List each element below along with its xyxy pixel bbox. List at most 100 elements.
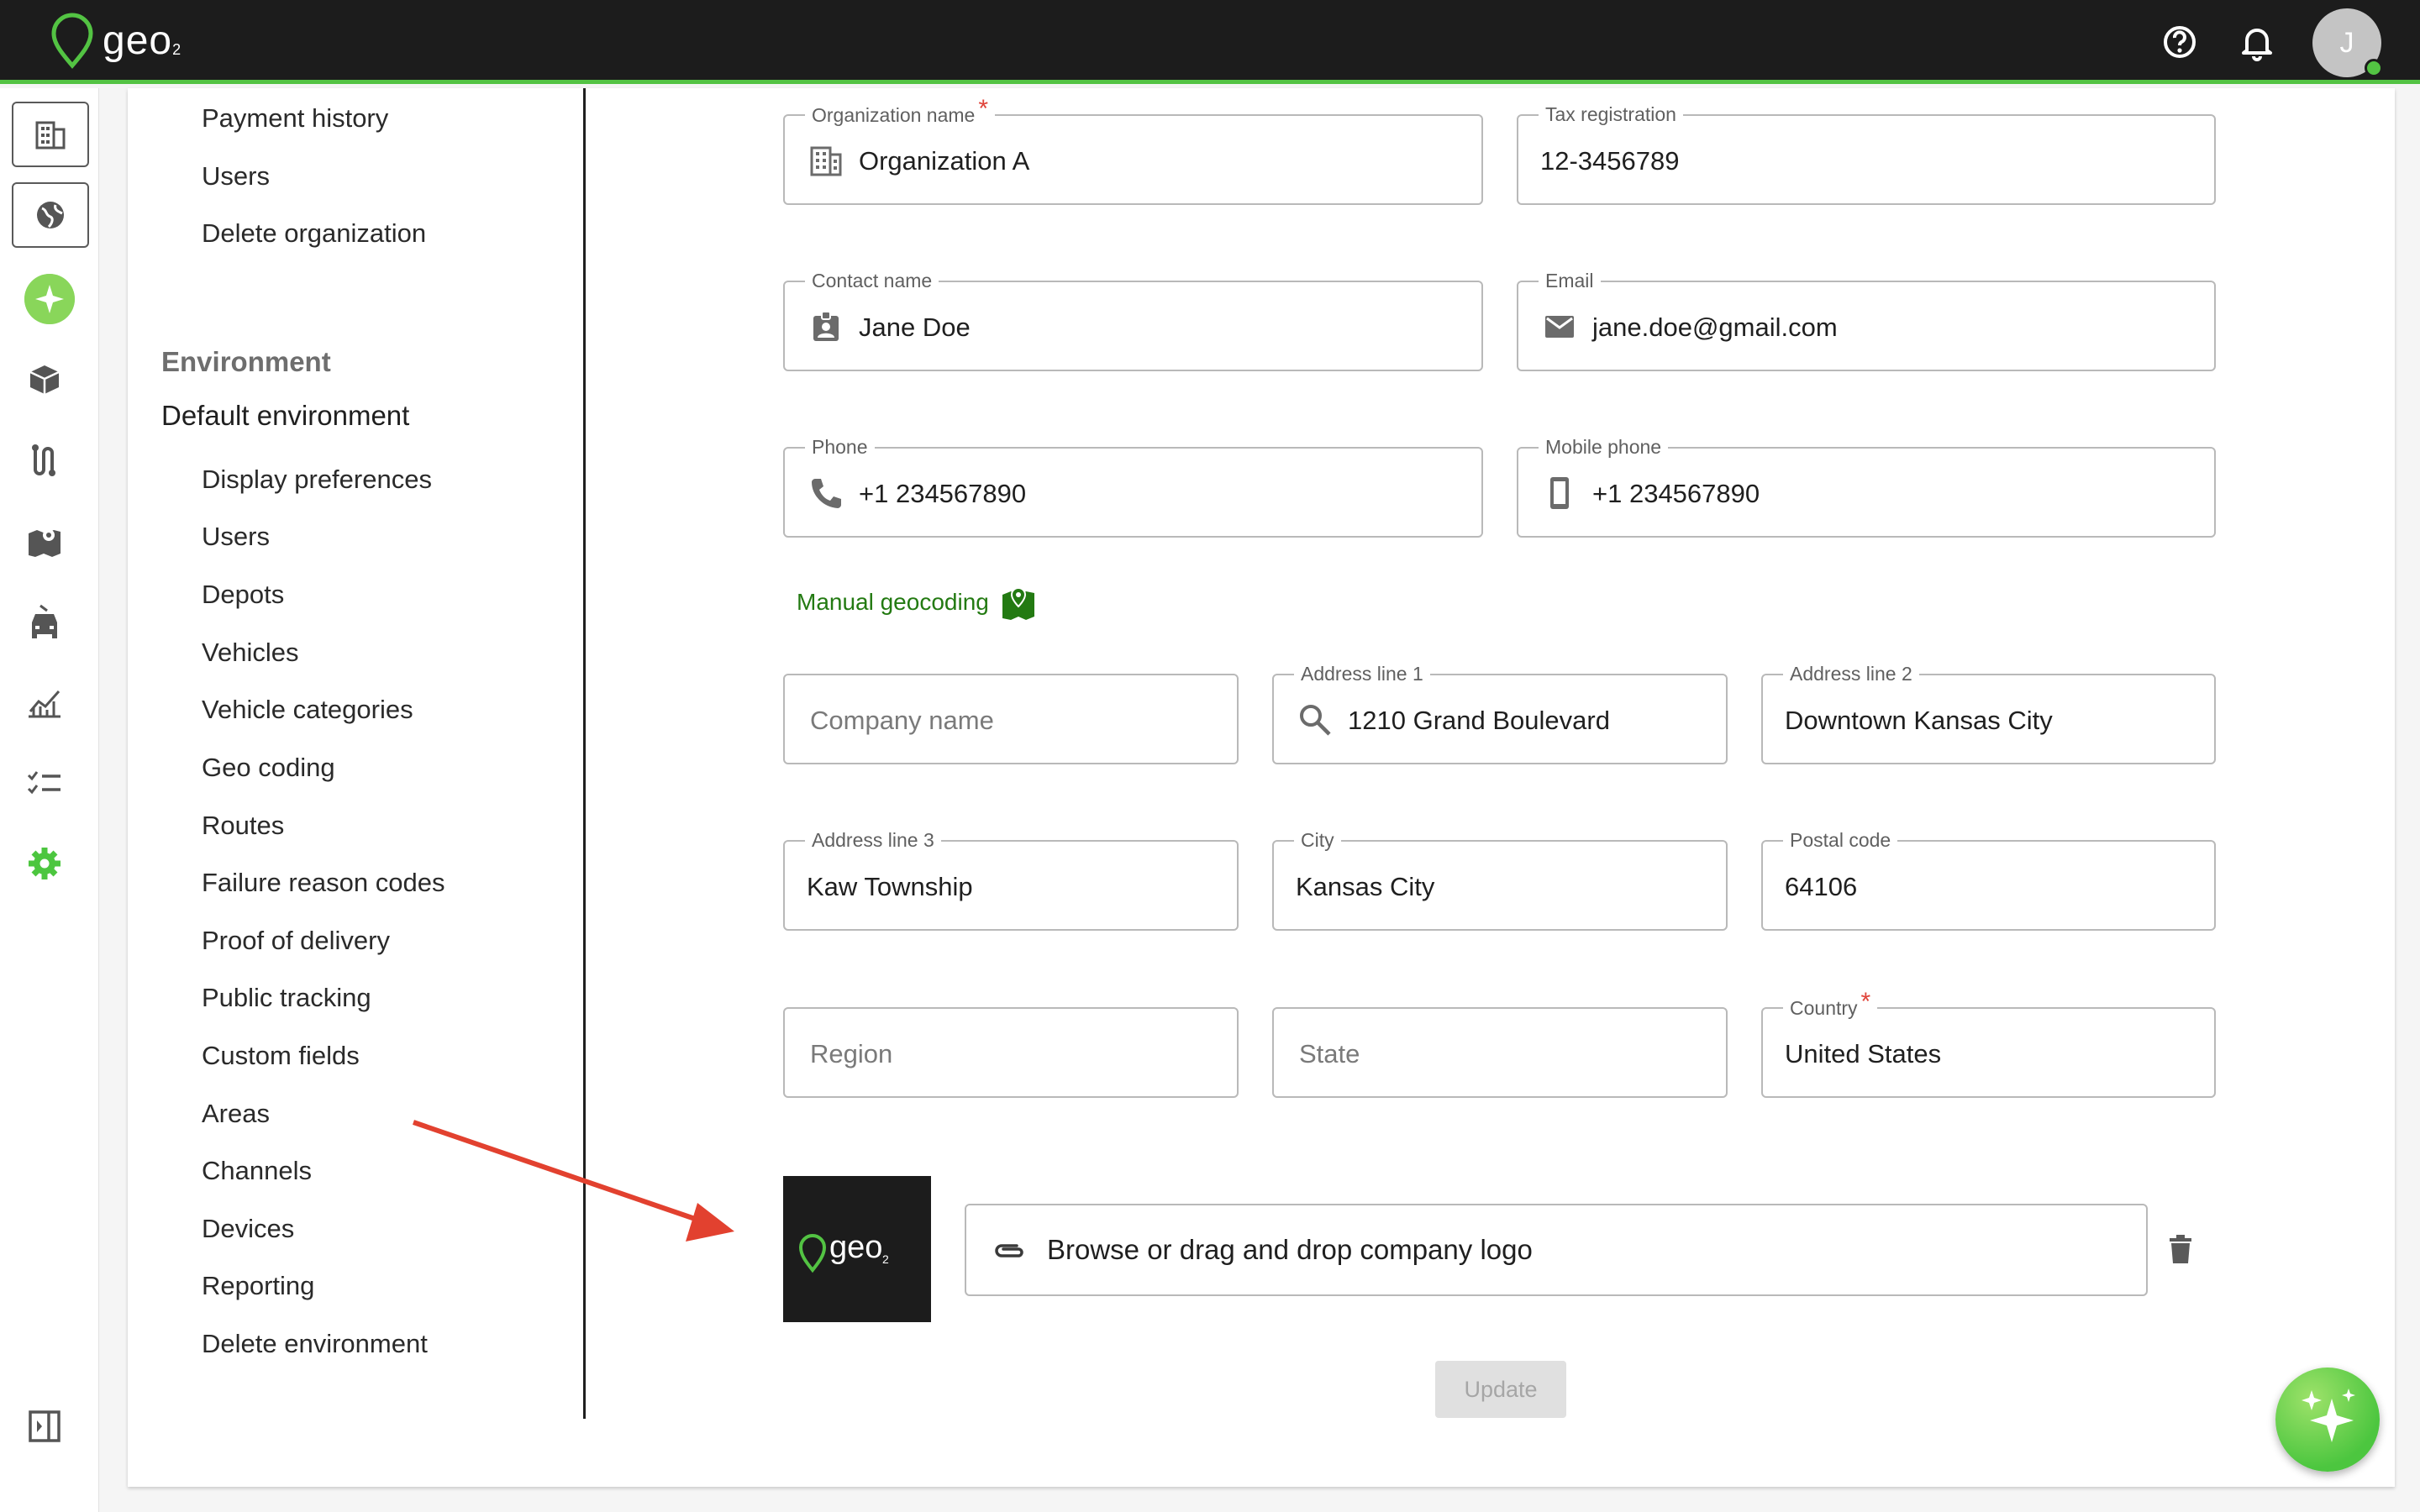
nav-item-vehicles[interactable]: Vehicles <box>202 636 298 669</box>
app-logo[interactable]: geo 2 <box>49 12 181 69</box>
user-avatar[interactable]: J <box>2312 8 2383 77</box>
address-line-3-value: Kaw Township <box>807 872 973 901</box>
map-icon[interactable] <box>25 522 64 560</box>
manual-geocoding-link[interactable]: Manual geocoding <box>797 585 1036 620</box>
field-label: Organization name * <box>805 97 996 127</box>
postal-code-field[interactable]: Postal code 64106 <box>1761 828 2216 931</box>
organization-name-field[interactable]: Organization name * Organization A <box>783 97 1483 205</box>
nav-item-custom-fields[interactable]: Custom fields <box>202 1039 360 1073</box>
nav-item-channels[interactable]: Channels <box>202 1154 312 1188</box>
field-label: Phone <box>805 435 875 459</box>
building-icon <box>810 146 842 176</box>
online-status-dot <box>2365 59 2383 77</box>
field-label: Tax registration <box>1539 102 1683 126</box>
avatar-initial: J <box>2339 26 2354 59</box>
phone-icon <box>812 479 841 508</box>
nav-item-routes[interactable]: Routes <box>202 809 284 843</box>
attachment-icon <box>995 1244 1023 1257</box>
country-field[interactable]: Country * United States <box>1761 990 2216 1098</box>
nav-item-delete-environment[interactable]: Delete environment <box>202 1327 428 1361</box>
tax-registration-value: 12-3456789 <box>1540 146 1680 176</box>
field-label: Address line 3 <box>805 828 941 852</box>
logo-text: geo <box>103 18 173 63</box>
settings-gear-icon[interactable] <box>25 844 64 883</box>
location-pin-icon <box>51 13 93 69</box>
address-line-3-field[interactable]: Address line 3 Kaw Township <box>783 828 1239 931</box>
field-label: Country * <box>1783 990 1878 1020</box>
field-label: Postal code <box>1783 828 1898 852</box>
nav-item-payment-history[interactable]: Payment history <box>202 102 388 135</box>
ai-assistant-icon[interactable] <box>24 273 76 325</box>
nav-item-vehicle-categories[interactable]: Vehicle categories <box>202 693 413 727</box>
manual-geocoding-label: Manual geocoding <box>797 589 989 615</box>
address-line-2-field[interactable]: Address line 2 Downtown Kansas City <box>1761 662 2216 764</box>
top-bar: geo 2 J <box>0 0 2420 84</box>
region-field[interactable]: Region <box>783 1007 1239 1098</box>
nav-item-devices[interactable]: Devices <box>202 1212 294 1246</box>
nav-item-failure-reason-codes[interactable]: Failure reason codes <box>202 866 445 900</box>
delete-logo-icon[interactable] <box>2163 1231 2198 1267</box>
route-icon[interactable] <box>25 441 64 480</box>
tax-registration-field[interactable]: Tax registration 12-3456789 <box>1517 102 2216 205</box>
nav-item-depots[interactable]: Depots <box>202 578 284 612</box>
company-name-field[interactable]: Company name <box>783 674 1239 764</box>
address-line-1-value: 1210 Grand Boulevard <box>1348 706 1610 735</box>
checklist-icon[interactable] <box>25 764 64 802</box>
analytics-icon[interactable] <box>25 683 64 722</box>
organization-name-value: Organization A <box>859 146 1030 176</box>
field-label: City <box>1294 828 1341 852</box>
search-icon <box>1300 705 1331 736</box>
address-line-2-value: Downtown Kansas City <box>1785 706 2053 735</box>
mobile-phone-field[interactable]: Mobile phone +1 234567890 <box>1517 435 2216 538</box>
required-marker: * <box>978 95 989 123</box>
state-field[interactable]: State <box>1272 1007 1728 1098</box>
company-name-placeholder: Company name <box>810 706 994 735</box>
bell-icon[interactable] <box>2237 22 2277 62</box>
company-logo-preview: geo 2 <box>783 1176 931 1322</box>
ai-assistant-fab[interactable] <box>2275 1368 2380 1472</box>
phone-value: +1 234567890 <box>859 479 1027 508</box>
city-value: Kansas City <box>1296 872 1435 901</box>
field-label: Address line 2 <box>1783 662 1919 685</box>
nav-item-geo-coding[interactable]: Geo coding <box>202 751 335 785</box>
email-icon <box>1545 316 1574 338</box>
expand-sidebar-icon[interactable] <box>25 1407 64 1446</box>
svg-text:geo: geo <box>829 1230 882 1265</box>
nav-item-env-users[interactable]: Users <box>202 520 270 554</box>
rail-organization-button[interactable] <box>12 102 89 167</box>
rail-globe-button[interactable] <box>12 182 89 248</box>
contact-name-value: Jane Doe <box>859 312 971 342</box>
field-label: Address line 1 <box>1294 662 1430 685</box>
field-label: Contact name <box>805 269 939 292</box>
required-marker: * <box>1860 988 1871 1016</box>
contact-badge-icon <box>813 311 839 341</box>
vertical-divider <box>583 88 586 1419</box>
nav-environment-name[interactable]: Default environment <box>161 400 409 432</box>
email-field[interactable]: Email jane.doe@gmail.com <box>1517 269 2216 371</box>
nav-item-areas[interactable]: Areas <box>202 1097 270 1131</box>
state-placeholder: State <box>1299 1039 1360 1068</box>
country-value: United States <box>1785 1039 1942 1068</box>
update-button[interactable]: Update <box>1435 1361 1566 1418</box>
city-field[interactable]: City Kansas City <box>1272 828 1728 931</box>
field-label: Email <box>1539 269 1601 292</box>
address-line-1-field[interactable]: Address line 1 1210 Grand Boulevard <box>1272 662 1728 764</box>
phone-field[interactable]: Phone +1 234567890 <box>783 435 1483 538</box>
nav-item-reporting[interactable]: Reporting <box>202 1269 314 1303</box>
upload-instruction: Browse or drag and drop company logo <box>1047 1234 1533 1265</box>
nav-item-delete-organization[interactable]: Delete organization <box>202 217 426 250</box>
logo-upload-dropzone[interactable]: Browse or drag and drop company logo <box>965 1204 2148 1296</box>
nav-item-display-preferences[interactable]: Display preferences <box>202 463 432 496</box>
icon-rail <box>0 88 99 1512</box>
nav-heading-environment: Environment <box>161 346 331 377</box>
nav-item-proof-of-delivery[interactable]: Proof of delivery <box>202 924 390 958</box>
help-icon[interactable] <box>2160 22 2200 62</box>
nav-item-public-tracking[interactable]: Public tracking <box>202 981 371 1015</box>
mobile-phone-value: +1 234567890 <box>1592 479 1760 508</box>
package-icon[interactable] <box>25 360 64 399</box>
mobile-phone-icon <box>1550 477 1569 509</box>
vehicle-icon[interactable] <box>25 602 64 641</box>
nav-item-org-users[interactable]: Users <box>202 160 270 193</box>
sparkle-icon <box>2302 1389 2355 1442</box>
contact-name-field[interactable]: Contact name Jane Doe <box>783 269 1483 371</box>
